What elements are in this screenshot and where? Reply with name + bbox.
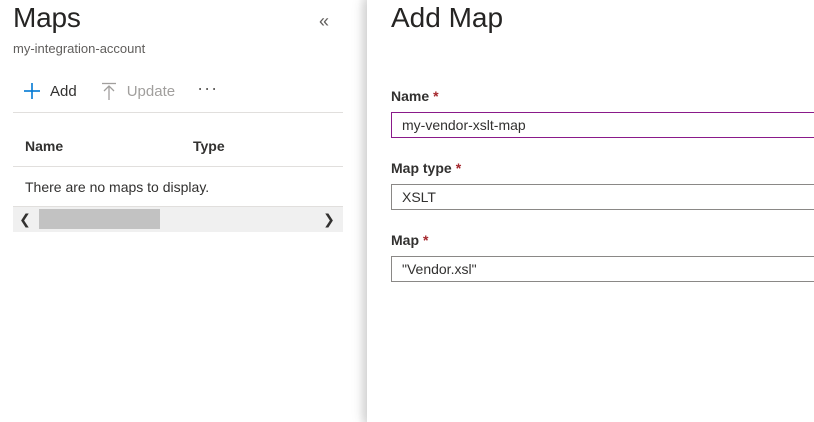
name-label: Name * [391,88,439,104]
toolbar-divider [13,112,343,113]
column-header-type[interactable]: Type [193,138,225,154]
more-actions-button[interactable]: ··· [197,78,218,98]
upload-arrow-icon [101,82,116,100]
map-file-picker[interactable]: "Vendor.xsl" [391,256,814,282]
blade-shadow [358,0,367,422]
maps-blade: Maps my-integration-account « Add Update [0,0,358,422]
map-type-label: Map type * [391,160,461,176]
page-title: Maps [13,2,81,33]
required-marker: * [455,160,462,176]
resource-subtitle: my-integration-account [13,41,146,56]
name-label-text: Name [391,88,430,104]
ellipsis-icon: ··· [197,78,219,98]
map-file-label: Map * [391,232,428,248]
name-input[interactable]: my-vendor-xslt-map [391,112,814,138]
horizontal-scrollbar[interactable]: ❮ ❯ [13,206,343,232]
column-header-name[interactable]: Name [25,138,63,154]
update-button[interactable]: Update [99,81,175,101]
command-bar: Add Update ··· [22,78,240,104]
map-file-label-text: Map [391,232,419,248]
add-map-title: Add Map [391,2,504,33]
empty-grid-message: There are no maps to display. [25,179,210,195]
update-button-label: Update [126,82,176,100]
required-marker: * [423,232,429,248]
collapse-blade-button[interactable]: « [314,10,334,32]
add-map-blade: Add Map Name * my-vendor-xslt-map Map typ… [367,0,814,422]
double-chevron-left-icon: « [318,11,329,31]
map-type-label-text: Map type [391,160,452,176]
add-button-label: Add [50,82,77,100]
scrollbar-thumb[interactable] [39,209,160,229]
add-button[interactable]: Add [22,81,77,101]
map-type-dropdown[interactable]: XSLT [391,184,814,210]
portal-screen: Maps my-integration-account « Add Update [0,0,814,422]
scroll-left-button[interactable]: ❮ [17,209,33,229]
plus-icon [24,83,40,99]
scroll-right-button[interactable]: ❯ [321,209,337,229]
grid-header: Name Type [13,128,343,167]
required-marker: * [433,88,439,104]
